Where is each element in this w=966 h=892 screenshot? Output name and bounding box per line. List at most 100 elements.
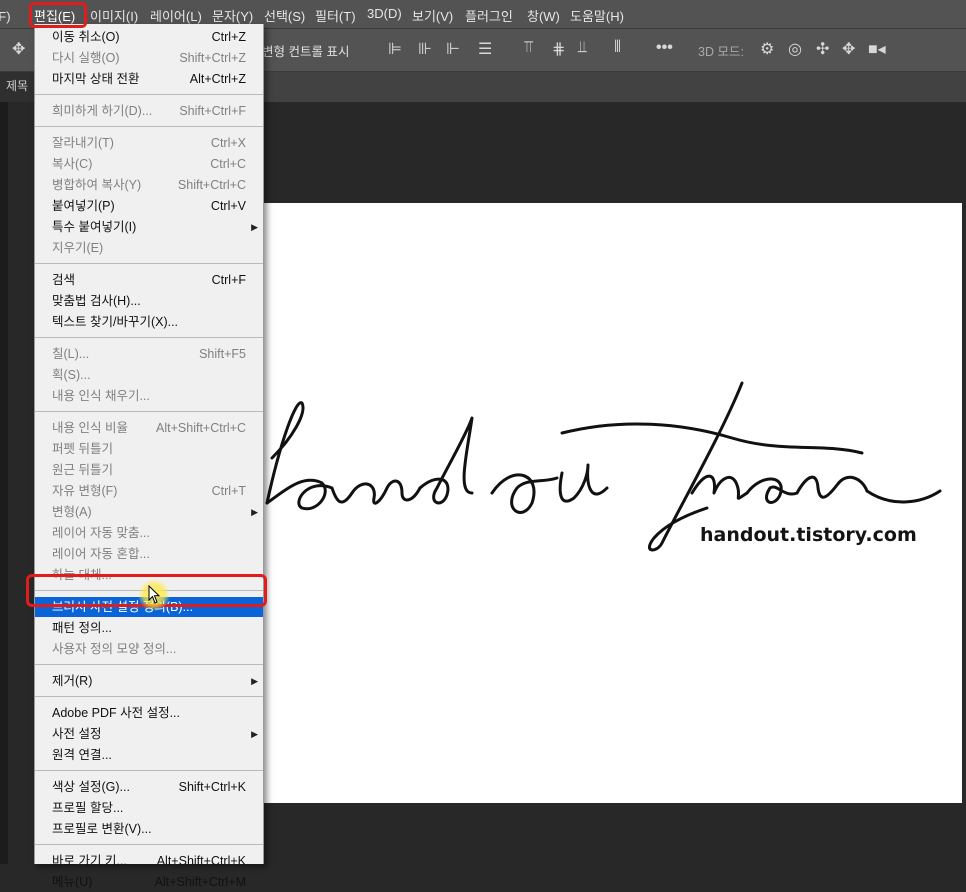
submenu-arrow-icon: ▶ [251,507,258,517]
menu-item[interactable]: 바로 가기 키... Alt+Shift+Ctrl+K [35,851,263,871]
menu-item[interactable]: 붙여넣기(P) Ctrl+V [35,196,263,216]
canvas-url-text: handout.tistory.com [700,524,917,546]
menu-item[interactable]: 희미하게 하기(D)... Shift+Ctrl+F [35,101,263,121]
menu-separator [35,770,263,771]
menubar-item[interactable]: 필터(T) [315,6,356,25]
align-middle-icon[interactable]: ⋕ [552,39,565,59]
menu-item-label: 사전 설정 [52,727,102,741]
distribute-vertical-icon[interactable]: ⦀ [614,39,621,57]
menu-item[interactable]: 칠(L)... Shift+F5 [35,344,263,364]
menu-item[interactable]: 패턴 정의... [35,618,263,638]
menu-item-shortcut: Shift+Ctrl+F [179,104,246,118]
menu-item-label: 레이어 자동 혼합... [52,547,150,561]
menu-item-label: 레이어 자동 맞춤... [52,526,150,540]
menu-item-label: 자유 변형(F) [52,484,118,498]
menu-item[interactable]: 내용 인식 비율 Alt+Shift+Ctrl+C [35,418,263,438]
menu-item[interactable]: 레이어 자동 혼합... [35,544,263,564]
menu-item[interactable]: 제거(R) ▶ [35,671,263,691]
menu-item[interactable]: 사용자 정의 모양 정의... [35,639,263,659]
menubar-item[interactable]: 3D(D) [367,6,402,21]
edit-menu-highlight-box [29,2,87,28]
menu-item-label: 다시 실행(O) [52,51,120,65]
menu-item-label: 병합하여 복사(Y) [52,178,142,192]
menu-item[interactable]: 내용 인식 채우기... [35,386,263,406]
pan-3d-icon[interactable]: ✣ [816,39,829,59]
signature-artwork [265,381,942,552]
menu-item[interactable]: 퍼펫 뒤틀기 [35,439,263,459]
menu-item[interactable]: Adobe PDF 사전 설정... [35,703,263,723]
submenu-arrow-icon: ▶ [251,676,258,686]
menu-item[interactable]: 프로필로 변환(V)... [35,819,263,839]
menu-item-shortcut: Ctrl+V [210,199,246,213]
menu-item[interactable]: 병합하여 복사(Y) Shift+Ctrl+C [35,175,263,195]
menu-item[interactable]: 레이어 자동 맞춤... [35,523,263,543]
menu-item-label: 변형(A) [52,505,92,519]
menu-item-shortcut: Alt+Ctrl+Z [189,72,246,86]
menu-item-shortcut: Ctrl+T [211,484,246,498]
ellipsis-icon[interactable]: ••• [656,39,673,57]
menu-item[interactable]: 사전 설정 ▶ [35,724,263,744]
menu-item[interactable]: 검색 Ctrl+F [35,270,263,290]
menu-item-shortcut: Alt+Shift+Ctrl+C [156,421,246,435]
menu-item-label: 프로필로 변환(V)... [52,822,152,836]
menu-item[interactable]: 프로필 할당... [35,798,263,818]
menubar-item[interactable]: 이미지(I) [90,6,138,25]
menu-item[interactable]: 이동 취소(O) Ctrl+Z [35,27,263,47]
document-tab[interactable]: 제목 [0,72,34,102]
menubar-item[interactable]: 파일(F) [0,6,11,25]
menubar-item[interactable]: 선택(S) [264,6,305,25]
menu-item-label: 원근 뒤틀기 [52,463,113,477]
menu-item-label: 원격 연결... [52,748,112,762]
menu-item[interactable]: 잘라내기(T) Ctrl+X [35,133,263,153]
menu-item[interactable]: 복사(C) Ctrl+C [35,154,263,174]
menu-item-shortcut: Ctrl+C [210,157,246,171]
menu-item-label: 지우기(E) [52,241,104,255]
menu-item-label: 마지막 상태 전환 [52,72,140,86]
menu-item-shortcut: Shift+F5 [199,347,246,361]
align-left-icon[interactable]: ⊫ [388,39,402,59]
menu-separator [35,126,263,127]
menu-item[interactable]: 마지막 상태 전환 Alt+Ctrl+Z [35,69,263,89]
camera-3d-icon[interactable]: ■◂ [868,39,886,59]
menu-item[interactable]: 맞춤법 검사(H)... [35,291,263,311]
menu-item-shortcut: Alt+Shift+Ctrl+K [156,854,246,868]
align-bottom-icon[interactable]: ⫫ [578,39,587,57]
menu-item[interactable]: 자유 변형(F) Ctrl+T [35,481,263,501]
align-right-icon[interactable]: ⊩ [446,39,460,59]
menubar-item[interactable]: 플러그인 [465,6,513,25]
menu-item[interactable]: 원격 연결... [35,745,263,765]
menu-item[interactable]: 색상 설정(G)... Shift+Ctrl+K [35,777,263,797]
menu-item-label: 메뉴(U) [52,875,93,889]
menu-item[interactable]: 원근 뒤틀기 [35,460,263,480]
menu-separator [35,664,263,665]
menu-item[interactable]: 변형(A) ▶ [35,502,263,522]
menu-item[interactable]: 메뉴(U) Alt+Shift+Ctrl+M [35,872,263,892]
menu-item[interactable]: 텍스트 찾기/바꾸기(X)... [35,312,263,332]
orbit-3d-icon[interactable]: ⚙ [760,39,774,59]
menubar-item[interactable]: 보기(V) [412,6,453,25]
submenu-arrow-icon: ▶ [251,222,258,232]
roll-3d-icon[interactable]: ◎ [788,39,802,59]
menu-item-label: 복사(C) [52,157,93,171]
menu-separator [35,94,263,95]
menubar-item[interactable]: 레이어(L) [150,6,202,25]
transform-controls-label[interactable]: 변형 컨트롤 표시 [262,41,349,60]
menu-item[interactable]: 특수 붙여넣기(I) ▶ [35,217,263,237]
menu-item-label: 퍼펫 뒤틀기 [52,442,113,456]
menubar-item[interactable]: 문자(Y) [212,6,253,25]
menu-item-label: 검색 [52,273,76,287]
document-canvas[interactable]: handout.tistory.com [262,203,962,803]
slide-3d-icon[interactable]: ✥ [842,39,855,59]
align-center-icon[interactable]: ⊪ [418,39,432,59]
align-top-icon[interactable]: ⫪ [524,39,533,57]
menu-item-shortcut: Ctrl+X [210,136,246,150]
menu-item[interactable]: 획(S)... [35,365,263,385]
menu-separator [35,337,263,338]
menubar-item[interactable]: 도움말(H) [570,6,624,25]
move-icon[interactable]: ✥ [12,39,25,59]
distribute-icon[interactable]: ☰ [478,39,492,59]
menu-item[interactable]: 지우기(E) [35,238,263,258]
menu-item[interactable]: 다시 실행(O) Shift+Ctrl+Z [35,48,263,68]
menubar-item[interactable]: 창(W) [527,6,560,25]
menu-separator [35,411,263,412]
